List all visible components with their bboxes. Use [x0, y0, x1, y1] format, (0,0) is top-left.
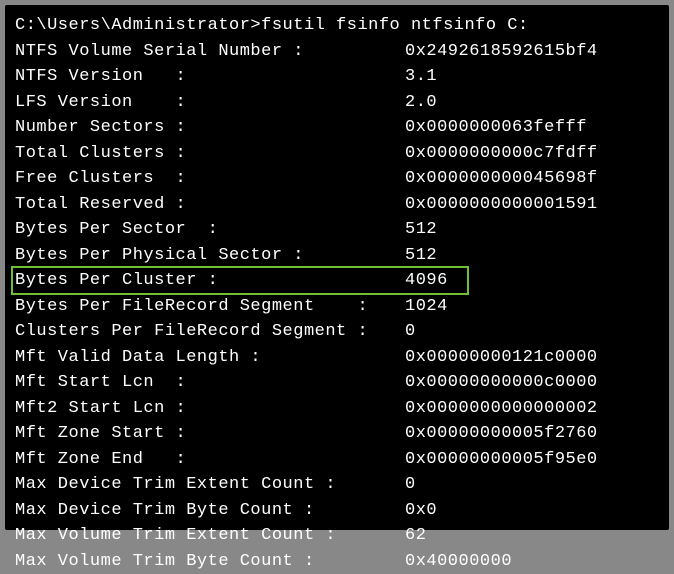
- row-label: NTFS Version :: [15, 64, 405, 90]
- output-rows: NTFS Volume Serial Number : 0x2492618592…: [15, 39, 659, 574]
- output-row: Bytes Per Physical Sector : 512: [15, 243, 659, 269]
- output-row: Max Volume Trim Extent Count : 62: [15, 523, 659, 549]
- row-label: Mft Start Lcn :: [15, 370, 405, 396]
- output-row: Bytes Per Cluster : 4096: [15, 268, 659, 294]
- row-label: NTFS Volume Serial Number :: [15, 39, 405, 65]
- row-value: 2.0: [405, 90, 437, 116]
- row-label: Bytes Per Sector :: [15, 217, 405, 243]
- row-value: 0x00000000005f2760: [405, 421, 598, 447]
- row-value: 0x0000000000c7fdff: [405, 141, 598, 167]
- output-row: Mft2 Start Lcn : 0x0000000000000002: [15, 396, 659, 422]
- row-value: 0x000000000045698f: [405, 166, 598, 192]
- output-row: Clusters Per FileRecord Segment : 0: [15, 319, 659, 345]
- output-row: LFS Version : 2.0: [15, 90, 659, 116]
- output-row: Mft Zone End : 0x00000000005f95e0: [15, 447, 659, 473]
- row-value: 0x0000000063fefff: [405, 115, 587, 141]
- prompt-line: C:\Users\Administrator>fsutil fsinfo ntf…: [15, 13, 659, 39]
- row-value: 0x00000000121c0000: [405, 345, 598, 371]
- row-value: 512: [405, 217, 437, 243]
- row-value: 62: [405, 523, 426, 549]
- row-label: Free Clusters :: [15, 166, 405, 192]
- row-label: Max Device Trim Extent Count :: [15, 472, 405, 498]
- output-row: Mft Valid Data Length : 0x00000000121c00…: [15, 345, 659, 371]
- row-label: Total Clusters :: [15, 141, 405, 167]
- row-value: 4096: [405, 268, 448, 294]
- row-label: Max Device Trim Byte Count :: [15, 498, 405, 524]
- row-label: Total Reserved :: [15, 192, 405, 218]
- output-row: Max Volume Trim Byte Count : 0x40000000: [15, 549, 659, 574]
- output-row: Mft Zone Start : 0x00000000005f2760: [15, 421, 659, 447]
- row-label: Mft Zone Start :: [15, 421, 405, 447]
- row-value: 0x0: [405, 498, 437, 524]
- row-value: 0x00000000005f95e0: [405, 447, 598, 473]
- row-value: 512: [405, 243, 437, 269]
- output-row: NTFS Volume Serial Number : 0x2492618592…: [15, 39, 659, 65]
- row-label: Bytes Per Cluster :: [15, 268, 405, 294]
- output-row: Max Device Trim Extent Count : 0: [15, 472, 659, 498]
- row-value: 0x0000000000001591: [405, 192, 598, 218]
- terminal[interactable]: C:\Users\Administrator>fsutil fsinfo ntf…: [5, 5, 669, 530]
- row-value: 0x40000000: [405, 549, 512, 574]
- row-value: 0x2492618592615bf4: [405, 39, 598, 65]
- output-row: Max Device Trim Byte Count : 0x0: [15, 498, 659, 524]
- row-label: LFS Version :: [15, 90, 405, 116]
- output-row: Bytes Per Sector : 512: [15, 217, 659, 243]
- row-label: Clusters Per FileRecord Segment :: [15, 319, 405, 345]
- row-value: 0x00000000000c0000: [405, 370, 598, 396]
- row-label: Mft Zone End :: [15, 447, 405, 473]
- row-label: Bytes Per FileRecord Segment :: [15, 294, 405, 320]
- output-row: Mft Start Lcn : 0x00000000000c0000: [15, 370, 659, 396]
- output-row: Free Clusters : 0x000000000045698f: [15, 166, 659, 192]
- row-label: Max Volume Trim Byte Count :: [15, 549, 405, 574]
- command-text: fsutil fsinfo ntfsinfo C:: [261, 16, 529, 35]
- row-value: 1024: [405, 294, 448, 320]
- output-row: Bytes Per FileRecord Segment : 1024: [15, 294, 659, 320]
- row-label: Number Sectors :: [15, 115, 405, 141]
- row-label: Max Volume Trim Extent Count :: [15, 523, 405, 549]
- row-value: 3.1: [405, 64, 437, 90]
- row-value: 0: [405, 319, 416, 345]
- output-row: Number Sectors : 0x0000000063fefff: [15, 115, 659, 141]
- row-label: Mft2 Start Lcn :: [15, 396, 405, 422]
- output-row: NTFS Version : 3.1: [15, 64, 659, 90]
- row-value: 0x0000000000000002: [405, 396, 598, 422]
- row-label: Bytes Per Physical Sector :: [15, 243, 405, 269]
- prompt-text: C:\Users\Administrator>: [15, 16, 261, 35]
- row-value: 0: [405, 472, 416, 498]
- output-row: Total Reserved : 0x0000000000001591: [15, 192, 659, 218]
- row-label: Mft Valid Data Length :: [15, 345, 405, 371]
- output-row: Total Clusters : 0x0000000000c7fdff: [15, 141, 659, 167]
